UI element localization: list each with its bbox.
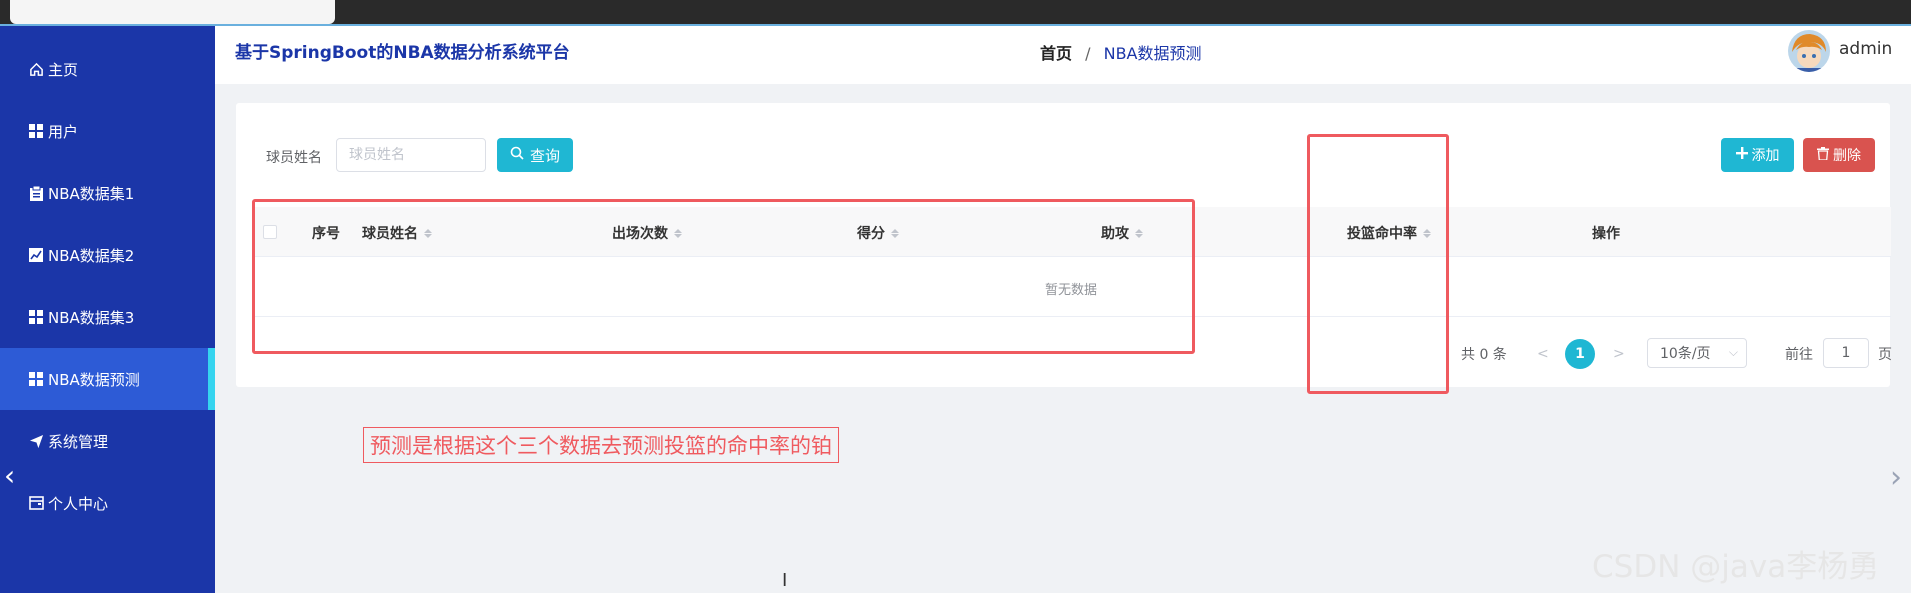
send-icon [28,433,44,449]
sidebar-item-prediction[interactable]: NBA数据预测 [0,348,215,410]
sidebar-item-dataset-2[interactable]: NBA数据集2 [0,224,215,286]
grid-icon [28,123,44,139]
sidebar-item-label: NBA数据集3 [48,308,135,327]
avatar[interactable] [1788,30,1830,72]
username[interactable]: admin [1839,39,1892,59]
search-icon [510,146,524,164]
sidebar-item-label: 主页 [48,60,79,79]
sidebar-item-personal-center[interactable]: 个人中心 [0,472,215,534]
column-header-label: 操作 [1592,226,1620,242]
goto-label: 前往 [1785,347,1813,363]
pagination-prev-button[interactable]: < [1537,340,1549,368]
goto-suffix: 页 [1878,347,1892,363]
add-button-label: 添加 [1751,148,1780,164]
chart-icon [28,247,44,263]
watermark: CSDN @java李杨勇 [1592,549,1880,585]
sidebar: 主页 用户 NBA数据集1 NBA数据集2 NBA数据集3 NBA数据预测 系统… [0,26,215,593]
sidebar-item-label: 用户 [48,122,79,141]
column-header-actions: 操作 [1592,223,1620,243]
annotation-note: 预测是根据这个三个数据去预测投篮的命中率的铂 [363,427,839,463]
annotation-box-features [252,199,1195,354]
sidebar-item-label: 系统管理 [48,432,109,451]
sidebar-item-label: 个人中心 [48,494,109,513]
breadcrumb-separator: / [1085,44,1091,63]
sidebar-item-label: NBA数据预测 [48,370,140,389]
clipboard-icon [28,185,44,201]
sidebar-item-home[interactable]: 主页 [0,38,215,100]
trash-icon [1817,146,1829,164]
browser-tab[interactable] [10,0,335,24]
grid-icon [28,371,44,387]
header: 基于SpringBoot的NBA数据分析系统平台 首页 / NBA数据预测 ad… [215,26,1911,84]
chevron-right-icon[interactable]: › [1890,460,1902,495]
chevron-down-icon: ⌵ [1728,345,1738,359]
sidebar-item-system-management[interactable]: 系统管理 [0,410,215,472]
pagination-total: 共 0 条 [1461,347,1507,363]
annotation-box-target [1307,134,1449,394]
breadcrumb-current: NBA数据预测 [1103,44,1202,63]
pagination-next-button[interactable]: > [1613,340,1625,368]
page-size-value: 10条/页 [1660,346,1711,362]
breadcrumb-home[interactable]: 首页 [1040,44,1072,63]
delete-button-label: 删除 [1833,148,1861,164]
plus-icon [1735,147,1748,163]
goto-page-input[interactable] [1823,338,1869,368]
search-input[interactable] [336,138,486,172]
text-cursor-icon: I [782,570,788,591]
wallet-icon [28,495,44,511]
app-title: 基于SpringBoot的NBA数据分析系统平台 [235,43,570,63]
query-button[interactable]: 查询 [497,138,573,172]
sidebar-item-users[interactable]: 用户 [0,100,215,162]
sidebar-item-dataset-1[interactable]: NBA数据集1 [0,162,215,224]
sidebar-item-label: NBA数据集2 [48,246,135,265]
delete-button[interactable]: 删除 [1803,138,1875,172]
query-button-label: 查询 [529,146,560,165]
sidebar-item-dataset-3[interactable]: NBA数据集3 [0,286,215,348]
add-button[interactable]: 添加 [1721,138,1794,172]
page-size-select[interactable]: 10条/页 ⌵ [1647,338,1747,368]
home-icon [28,61,44,77]
browser-top-strip [0,0,1911,26]
grid-icon [28,309,44,325]
breadcrumb: 首页 / NBA数据预测 [1040,40,1202,64]
search-label: 球员姓名 [266,150,322,166]
sidebar-item-label: NBA数据集1 [48,184,135,203]
pagination-page-1[interactable]: 1 [1565,339,1595,369]
chevron-left-icon[interactable]: ‹ [4,462,15,490]
